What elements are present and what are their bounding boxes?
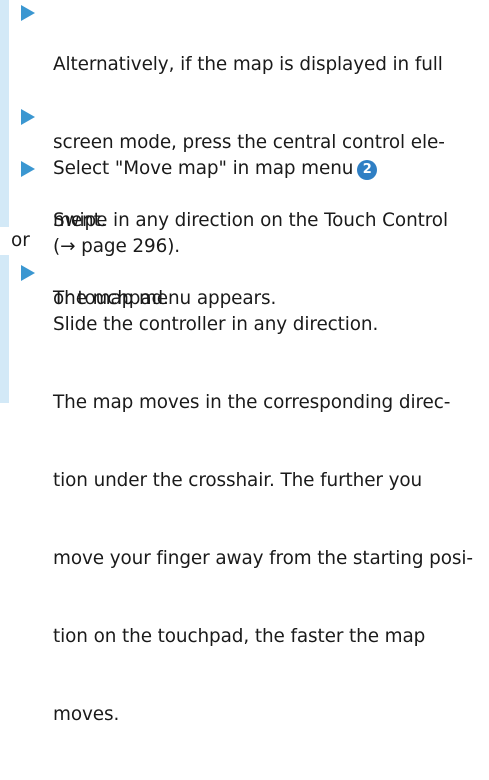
step-arrow-icon — [21, 109, 35, 125]
step-line: Slide the controller in any direction. — [53, 314, 379, 335]
step-line: Alternatively, if the map is displayed i… — [53, 54, 443, 75]
step-result-line: moves. — [53, 704, 120, 725]
section-marker-band — [0, 255, 9, 403]
step-result-line: move your finger away from the starting … — [53, 548, 473, 569]
step-result-line: The map moves in the corresponding direc… — [53, 392, 451, 413]
step-arrow-icon — [21, 265, 35, 281]
step-result-line: tion on the touchpad, the faster the map — [53, 626, 426, 647]
section-marker-band — [0, 0, 9, 227]
manual-page: Alternatively, if the map is displayed i… — [0, 0, 489, 725]
step-arrow-icon — [21, 161, 35, 177]
step-text: Slide the controller in any direction. T… — [53, 260, 489, 780]
step-result-line: tion under the crosshair. The further yo… — [53, 470, 423, 491]
step-line: Swipe in any direction on the Touch Cont… — [53, 210, 448, 231]
or-separator: or — [11, 230, 30, 251]
step-arrow-icon — [21, 5, 35, 21]
